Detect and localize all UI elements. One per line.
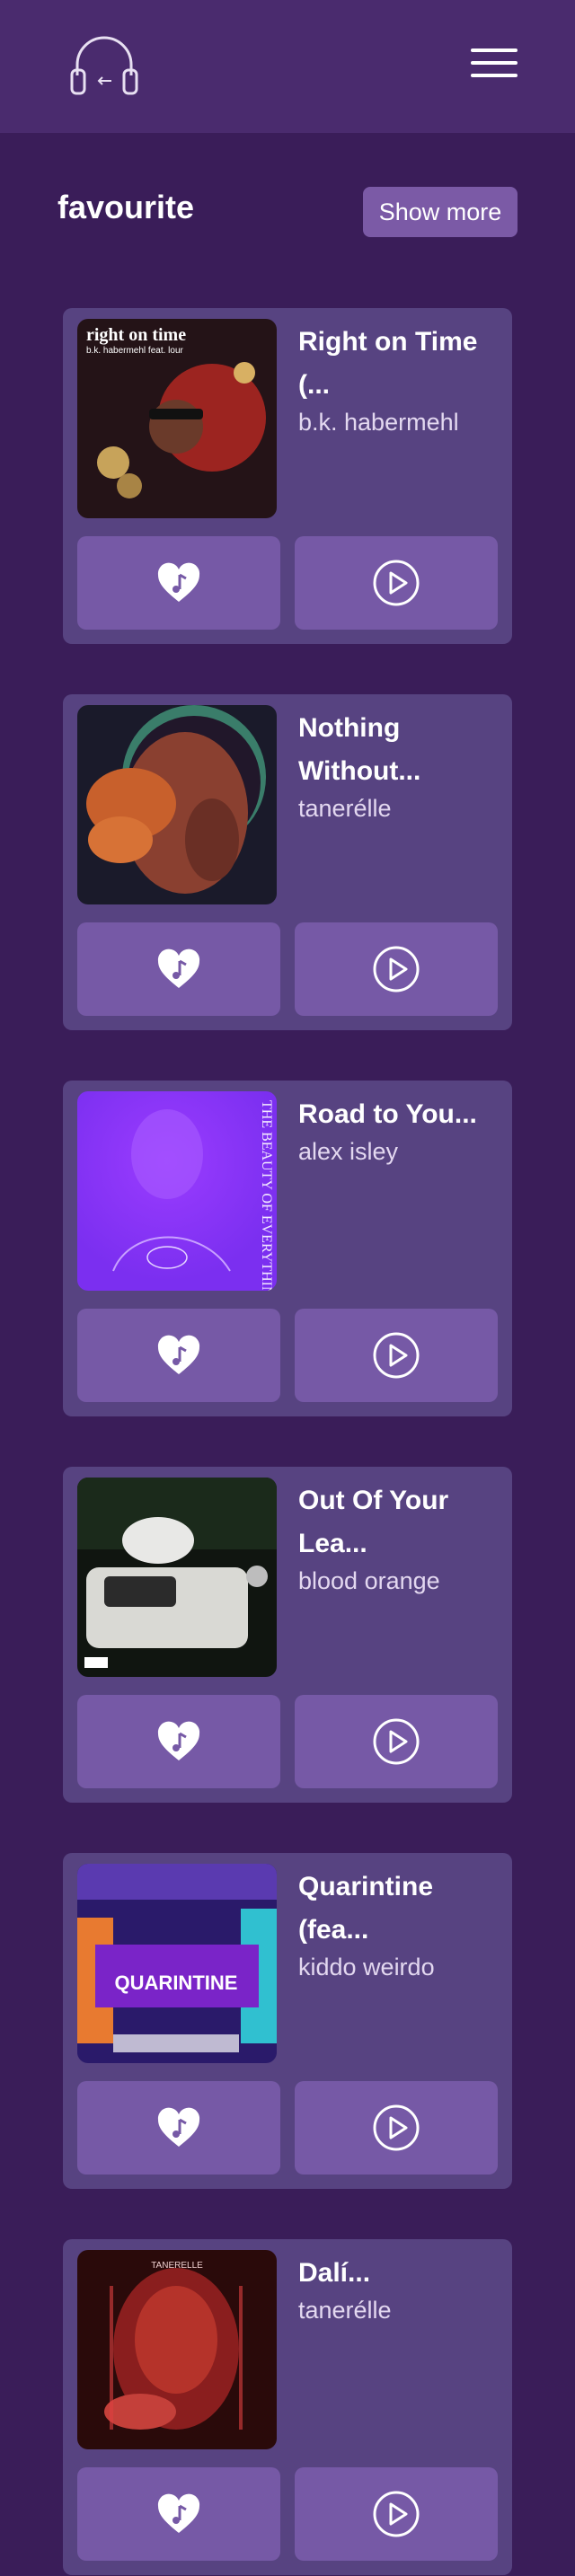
favourite-section-header: favourite Show more: [0, 133, 575, 313]
play-circle-icon: [373, 560, 420, 606]
play-button[interactable]: [295, 536, 498, 630]
favourite-button[interactable]: [77, 536, 280, 630]
album-art-title: THE BEAUTY OF EVERYTHING: [259, 1100, 274, 1291]
play-button[interactable]: [295, 2467, 498, 2561]
play-circle-icon: [373, 2491, 420, 2537]
album-art-title: QUARINTINE: [115, 1972, 238, 1994]
song-card: Nothing Without... tanerélle: [63, 694, 512, 1030]
album-art-subtitle: b.k. habermehl feat. lour: [86, 346, 184, 356]
album-art: right on time b.k. habermehl feat. lour: [77, 319, 277, 518]
heart-music-icon: [157, 1721, 200, 1760]
song-card: THE BEAUTY OF EVERYTHING Road to You... …: [63, 1081, 512, 1416]
album-art-title: right on time: [86, 325, 186, 345]
song-title[interactable]: Road to You...: [298, 1093, 503, 1136]
play-circle-icon: [373, 1332, 420, 1379]
favourite-button[interactable]: [77, 922, 280, 1016]
play-circle-icon: [373, 2104, 420, 2151]
song-title[interactable]: Quarintine (fea...: [298, 1866, 503, 1952]
song-title[interactable]: Dalí...: [298, 2252, 503, 2295]
heart-music-icon: [157, 562, 200, 602]
heart-music-icon: [157, 948, 200, 988]
artist-name: blood orange: [298, 1567, 440, 1594]
song-card: TANERELLE Dalí... tanerélle: [63, 2239, 512, 2575]
play-circle-icon: [373, 946, 420, 992]
heart-music-icon: [157, 2107, 200, 2147]
section-title: favourite: [58, 189, 195, 225]
play-button[interactable]: [295, 922, 498, 1016]
artist-name: kiddo weirdo: [298, 1954, 435, 1981]
play-circle-icon: [373, 1718, 420, 1765]
album-art: THE BEAUTY OF EVERYTHING: [77, 1091, 277, 1291]
hamburger-menu-icon[interactable]: [471, 49, 518, 84]
favourite-button[interactable]: [77, 1309, 280, 1402]
play-button[interactable]: [295, 2081, 498, 2175]
app-header: [0, 0, 575, 133]
artist-name: alex isley: [298, 1138, 399, 1165]
album-art: [77, 1478, 277, 1677]
song-title[interactable]: Right on Time (...: [298, 321, 503, 407]
album-art: [77, 705, 277, 904]
heart-music-icon: [157, 2493, 200, 2533]
album-art: QUARINTINE: [77, 1864, 277, 2063]
album-art-title: TANERELLE: [151, 2261, 203, 2271]
artist-name: tanerélle: [298, 2297, 392, 2324]
song-card: Out Of Your Lea... blood orange: [63, 1467, 512, 1803]
song-title[interactable]: Nothing Without...: [298, 707, 503, 793]
favourite-button[interactable]: [77, 2081, 280, 2175]
play-button[interactable]: [295, 1695, 498, 1788]
favourite-button[interactable]: [77, 2467, 280, 2561]
artist-name: b.k. habermehl: [298, 409, 459, 436]
song-card: QUARINTINE Quarintine (fea... kiddo weir…: [63, 1853, 512, 2189]
artist-name: tanerélle: [298, 795, 392, 822]
show-more-button[interactable]: Show more: [363, 187, 518, 237]
play-button[interactable]: [295, 1309, 498, 1402]
heart-music-icon: [157, 1335, 200, 1374]
song-title[interactable]: Out Of Your Lea...: [298, 1479, 503, 1566]
headphones-icon[interactable]: [68, 34, 140, 99]
favourite-button[interactable]: [77, 1695, 280, 1788]
song-card: right on time b.k. habermehl feat. lour …: [63, 308, 512, 644]
album-art: TANERELLE: [77, 2250, 277, 2449]
